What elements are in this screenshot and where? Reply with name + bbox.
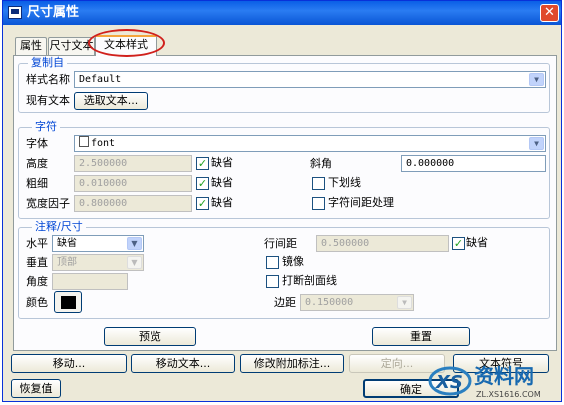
vertical-value: 顶部 <box>57 257 77 268</box>
text-style-panel: 复制自 样式名称 Default ▼ 现有文本 选取文本... 字符 字体 fo… <box>13 55 557 351</box>
style-name-label: 样式名称 <box>26 73 70 86</box>
mirror-label: 镜像 <box>282 255 304 268</box>
kerning-label: 字符间距处理 <box>328 196 394 209</box>
select-text-button[interactable]: 选取文本... <box>74 92 148 110</box>
close-button[interactable]: ✕ <box>540 4 559 22</box>
character-legend: 字符 <box>32 121 60 133</box>
width-factor-label: 宽度因子 <box>26 197 70 210</box>
break-hatch-label: 打断剖面线 <box>282 274 337 287</box>
chevron-down-icon: ▼ <box>127 256 142 269</box>
reset-button[interactable]: 重置 <box>372 327 470 346</box>
chevron-down-icon: ▼ <box>529 73 544 86</box>
font-type-icon <box>79 136 89 147</box>
font-label: 字体 <box>26 137 48 150</box>
watermark-url: ZL.XS1616.COM <box>476 390 541 399</box>
margin-select[interactable]: 0.150000 ▼ <box>300 294 414 311</box>
angle-label: 角度 <box>26 275 48 288</box>
watermark-graphic: XS 资料网 ZL.XS1616.COM <box>428 364 541 399</box>
existing-text-label: 现有文本 <box>26 94 70 107</box>
move-button[interactable]: 移动... <box>11 354 127 373</box>
margin-label: 边距 <box>274 296 296 309</box>
vertical-select[interactable]: 顶部 ▼ <box>52 254 144 271</box>
font-select[interactable]: font ▼ <box>74 135 546 152</box>
horizontal-label: 水平 <box>26 237 48 250</box>
watermark-text: 资料网 <box>474 364 534 388</box>
thickness-default-checkbox[interactable]: ✓ <box>196 177 209 190</box>
title-bar[interactable]: 尺寸属性 ✕ <box>3 1 561 25</box>
width-factor-default-label: 缺省 <box>211 196 233 209</box>
watermark-logo: XS 资料网 ZL.XS1616.COM <box>428 355 564 402</box>
preview-button[interactable]: 预览 <box>104 327 196 346</box>
line-spacing-input[interactable]: 0.500000 <box>316 235 449 252</box>
width-factor-input[interactable]: 0.800000 <box>74 195 192 212</box>
horizontal-value: 缺省 <box>57 238 77 249</box>
height-label: 高度 <box>26 157 48 170</box>
vertical-label: 垂直 <box>26 256 48 269</box>
tab-properties[interactable]: 属性 <box>15 37 47 55</box>
color-swatch <box>61 296 76 309</box>
height-input[interactable]: 2.500000 <box>74 155 192 172</box>
style-name-select[interactable]: Default ▼ <box>74 71 546 88</box>
underline-checkbox[interactable] <box>312 177 325 190</box>
copy-from-legend: 复制自 <box>28 57 67 69</box>
line-spacing-label: 行间距 <box>264 237 297 250</box>
modify-attach-button[interactable]: 修改附加标注... <box>240 354 344 373</box>
chevron-down-icon: ▼ <box>397 296 412 309</box>
note-dimension-legend: 注释/尺寸 <box>32 221 86 233</box>
margin-value: 0.150000 <box>305 297 354 308</box>
line-spacing-default-label: 缺省 <box>466 236 488 249</box>
thickness-input[interactable]: 0.010000 <box>74 175 192 192</box>
slant-input[interactable]: 0.000000 <box>401 155 546 172</box>
break-hatch-checkbox[interactable] <box>266 275 279 288</box>
thickness-label: 粗细 <box>26 177 48 190</box>
style-name-value: Default <box>79 74 122 85</box>
thickness-default-label: 缺省 <box>211 176 233 189</box>
height-default-label: 缺省 <box>211 156 233 169</box>
color-button[interactable] <box>54 291 82 313</box>
underline-label: 下划线 <box>328 176 361 189</box>
mirror-checkbox[interactable] <box>266 256 279 269</box>
dialog-window: 尺寸属性 ✕ 属性 尺寸文本 文本样式 复制自 样式名称 Default ▼ 现… <box>2 0 562 402</box>
horizontal-select[interactable]: 缺省 ▼ <box>52 235 144 252</box>
chevron-down-icon: ▼ <box>127 237 142 250</box>
app-icon <box>8 6 22 19</box>
angle-input[interactable] <box>52 273 128 290</box>
color-label: 颜色 <box>26 296 48 309</box>
chevron-down-icon: ▼ <box>529 137 544 150</box>
height-default-checkbox[interactable]: ✓ <box>196 157 209 170</box>
font-value: font <box>91 138 116 149</box>
move-text-button[interactable]: 移动文本... <box>131 354 235 373</box>
window-title: 尺寸属性 <box>27 5 80 20</box>
width-factor-default-checkbox[interactable]: ✓ <box>196 197 209 210</box>
kerning-checkbox[interactable] <box>312 197 325 210</box>
restore-button[interactable]: 恢复值 <box>11 379 61 398</box>
line-spacing-default-checkbox[interactable]: ✓ <box>452 237 465 250</box>
tab-highlight-circle <box>88 29 165 57</box>
slant-label: 斜角 <box>310 157 332 170</box>
watermark-mark: XS <box>435 372 463 393</box>
